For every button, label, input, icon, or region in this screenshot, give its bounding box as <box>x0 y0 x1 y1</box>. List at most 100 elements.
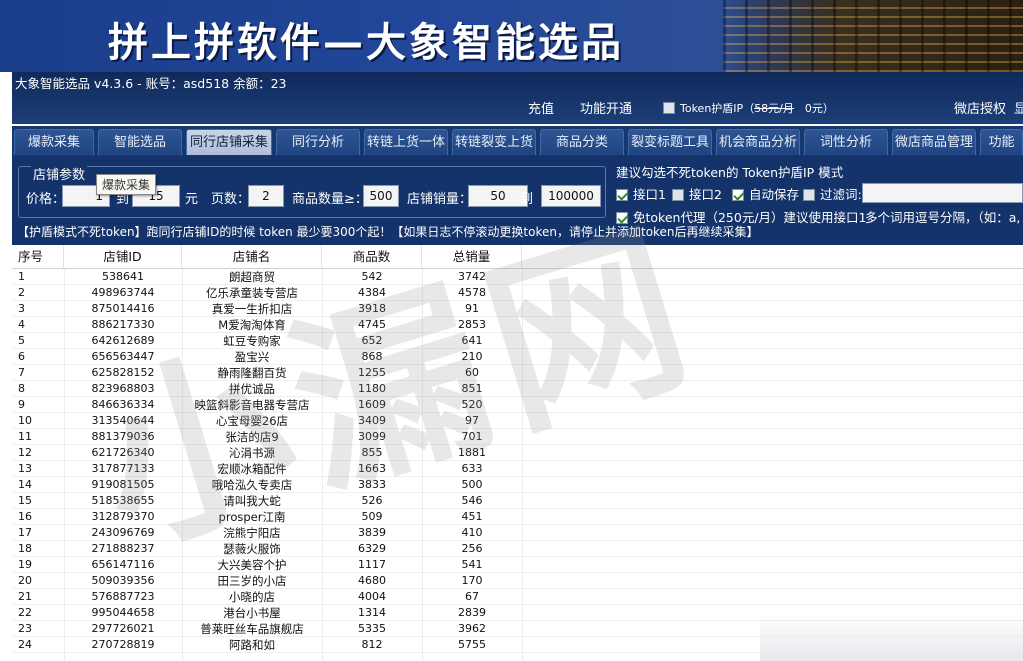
token-warning-text: 【护盾模式不死token】跑同行店铺ID的时候 token 最少要300个起！【… <box>17 225 759 239</box>
cell-store-id: 656563447 <box>91 350 155 363</box>
table-row[interactable]: 3 875014416 真爱一生折扣店 3918 91 <box>12 301 1023 317</box>
cell-store-id: 886217330 <box>91 318 155 331</box>
table-row[interactable]: 17 243096769 浣熊宁阳店 3839 410 <box>12 525 1023 541</box>
tab-link-fission-upload[interactable]: 转链裂变上货 <box>452 129 536 155</box>
store-params-legend: 店铺参数 <box>31 164 88 183</box>
col-header-store-id[interactable]: 店铺ID <box>64 245 182 269</box>
filter-words-input[interactable] <box>862 183 1023 203</box>
filter-label: 过滤词: <box>820 187 862 202</box>
api1-option[interactable]: 接口1 <box>616 184 666 203</box>
header-cut-link[interactable]: 显 <box>1014 98 1023 117</box>
cell-total-sales: 520 <box>461 398 483 411</box>
cell-store-name: 真爱一生折扣店 <box>211 302 293 316</box>
table-row[interactable]: 7 625828152 静雨隆翻百货 1255 60 <box>12 365 1023 381</box>
store-sales-max-input[interactable]: 100000 <box>541 185 601 207</box>
activate-feature-link[interactable]: 功能开通 <box>580 98 632 117</box>
cell-index: 22 <box>18 606 32 619</box>
cell-store-id: 498963744 <box>91 286 155 299</box>
cell-store-name: 心宝母婴26店 <box>215 414 289 428</box>
cell-product-count: 6329 <box>358 542 386 555</box>
filter-option[interactable]: 过滤词: <box>803 184 862 203</box>
table-row[interactable]: 19 656147116 大兴美容个护 1117 541 <box>12 557 1023 573</box>
col-header-index[interactable]: 序号 <box>12 245 64 269</box>
table-row[interactable]: 18 271888237 瑟薇火服饰 6329 256 <box>12 541 1023 557</box>
cell-total-sales: 3742 <box>458 270 486 283</box>
col-header-product-count[interactable]: 商品数 <box>322 245 422 269</box>
app-header: 大象智能选品 v4.3.6 - 账号：asd518 余额：23 充值 功能开通 … <box>12 72 1023 124</box>
pages-input[interactable]: 2 <box>248 185 284 207</box>
product-count-input[interactable]: 500 <box>363 185 399 207</box>
col-header-total-sales[interactable]: 总销量 <box>422 245 522 269</box>
token-ip-option[interactable]: Token护盾IP（58元/月 0元） <box>663 100 834 116</box>
table-row[interactable]: 21 576887723 小晓的店 4004 67 <box>12 589 1023 605</box>
tab-tooltip: 爆款采集 <box>96 174 157 195</box>
tab-link-upload[interactable]: 转链上货一体 <box>364 129 448 155</box>
cell-product-count: 652 <box>361 334 383 347</box>
tab-more-functions[interactable]: 功能 <box>980 129 1023 155</box>
tab-product-category[interactable]: 商品分类 <box>540 129 624 155</box>
cell-index: 6 <box>18 350 25 363</box>
tab-fission-title[interactable]: 裂变标题工具 <box>628 129 712 155</box>
token-ip-old-price: 58元/月 <box>754 102 794 115</box>
cell-total-sales: 1881 <box>458 446 486 459</box>
cell-product-count: 1314 <box>358 606 386 619</box>
api2-option[interactable]: 接口2 <box>672 184 722 203</box>
cell-store-name: 拼优诚品 <box>229 382 275 396</box>
tab-peer-store-collect[interactable]: 同行店铺采集 <box>186 129 272 155</box>
table-row[interactable]: 1 538641 朗超商贸 542 3742 <box>12 269 1023 285</box>
cell-index: 18 <box>18 542 32 555</box>
price-label: 价格： <box>26 192 66 207</box>
tab-wechat-store-manage[interactable]: 微店商品管理 <box>892 129 976 155</box>
filter-checkbox[interactable] <box>803 189 815 201</box>
cell-store-id: 621726340 <box>91 446 155 459</box>
cell-total-sales: 170 <box>461 574 483 587</box>
cell-product-count: 4745 <box>358 318 386 331</box>
bottom-corner-overlay <box>760 612 1023 661</box>
wechat-store-auth-link[interactable]: 微店授权 <box>954 98 1006 117</box>
store-sales-min-input[interactable]: 50 <box>468 185 528 207</box>
cell-product-count: 4004 <box>358 590 386 603</box>
cell-store-id: 881379036 <box>91 430 155 443</box>
table-row[interactable]: 15 518538655 请叫我大蛇 526 546 <box>12 493 1023 509</box>
tab-peer-analysis[interactable]: 同行分析 <box>276 129 360 155</box>
cell-index: 14 <box>18 478 32 491</box>
cell-store-id: 270728819 <box>91 638 155 651</box>
api2-checkbox[interactable] <box>672 189 684 201</box>
cell-store-name: 宏顺冰箱配件 <box>217 462 287 476</box>
token-ip-checkbox[interactable] <box>663 102 675 114</box>
pages-label: 页数： <box>211 192 251 207</box>
table-row[interactable]: 20 509039356 田三岁的小店 4680 170 <box>12 573 1023 589</box>
table-row[interactable]: 14 919081505 哦哈泓久专卖店 3833 500 <box>12 477 1023 493</box>
cell-store-name: prosper江南 <box>218 510 286 524</box>
tab-word-analysis[interactable]: 词性分析 <box>804 129 888 155</box>
tab-hot-collect[interactable]: 爆款采集 <box>14 129 94 155</box>
recharge-link[interactable]: 充值 <box>528 98 554 117</box>
tab-smart-select[interactable]: 智能选品 <box>98 129 182 155</box>
table-row[interactable]: 16 312879370 prosper江南 509 451 <box>12 509 1023 525</box>
cell-total-sales: 410 <box>461 526 483 539</box>
table-row[interactable]: 8 823968803 拼优诚品 1180 851 <box>12 381 1023 397</box>
table-row[interactable]: 12 621726340 沁涓书源 855 1881 <box>12 445 1023 461</box>
table-row[interactable]: 11 881379036 张洁的店9 3099 701 <box>12 429 1023 445</box>
tab-opportunity-analysis[interactable]: 机会商品分析 <box>716 129 800 155</box>
table-row[interactable]: 5 642612689 虹豆专购家 652 641 <box>12 333 1023 349</box>
table-row[interactable]: 4 886217330 M爱淘淘体育 4745 2853 <box>12 317 1023 333</box>
col-header-store-name[interactable]: 店铺名 <box>182 245 322 269</box>
cell-store-id: 317877133 <box>91 462 155 475</box>
table-row[interactable]: 13 317877133 宏顺冰箱配件 1663 633 <box>12 461 1023 477</box>
control-panel: 店铺参数 价格： 1 到 15 元 页数： 2 商品数量≥： 500 店铺销量：… <box>12 156 1023 245</box>
cell-index: 19 <box>18 558 32 571</box>
api1-checkbox[interactable] <box>616 189 628 201</box>
autosave-option[interactable]: 自动保存 <box>732 184 799 203</box>
table-row[interactable]: 6 656563447 盈宝兴 868 210 <box>12 349 1023 365</box>
product-count-label: 商品数量≥： <box>292 192 368 207</box>
cell-product-count: 1180 <box>358 382 386 395</box>
table-row[interactable]: 9 846636334 映篮斜影音电器专营店 1609 520 <box>12 397 1023 413</box>
table-row[interactable]: 10 313540644 心宝母婴26店 3409 97 <box>12 413 1023 429</box>
cell-store-id: 271888237 <box>91 542 155 555</box>
cell-store-name: 映篮斜影音电器专营店 <box>194 398 310 412</box>
autosave-checkbox[interactable] <box>732 189 744 201</box>
cell-total-sales: 851 <box>461 382 483 395</box>
cell-total-sales: 91 <box>465 302 479 315</box>
table-row[interactable]: 2 498963744 亿乐承童装专营店 4384 4578 <box>12 285 1023 301</box>
